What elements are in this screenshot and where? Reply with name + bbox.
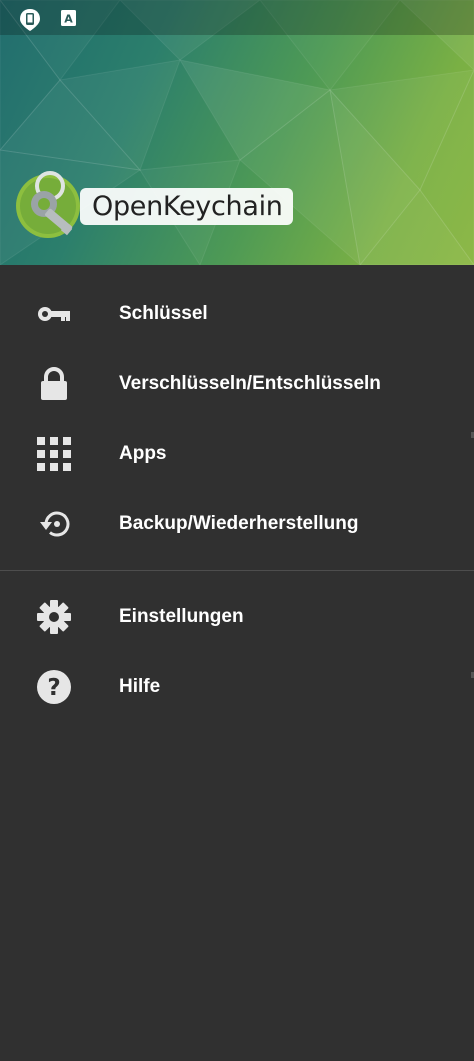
drawer-item-label: Backup/Wiederherstellung [119, 513, 359, 534]
phone-notification-icon [19, 8, 41, 37]
navigation-drawer-screen: A OpenKeychain Schlüssel Verschlüsseln/E… [0, 0, 474, 1061]
app-name: OpenKeychain [80, 188, 293, 225]
svg-text:A: A [64, 13, 73, 26]
drawer-item-hilfe[interactable]: ? Hilfe [0, 652, 474, 722]
status-bar: A [0, 0, 474, 35]
drawer-item-label: Einstellungen [119, 606, 244, 627]
key-icon [36, 296, 72, 332]
drawer-item-label: Verschlüsseln/Entschlüsseln [119, 373, 381, 394]
menu-divider [0, 570, 474, 571]
svg-text:?: ? [47, 675, 60, 701]
a-keyboard-icon: A [61, 10, 76, 31]
drawer-item-schluessel[interactable]: Schlüssel [0, 279, 474, 349]
drawer-item-verschluesseln[interactable]: Verschlüsseln/Entschlüsseln [0, 349, 474, 419]
drawer-item-label: Hilfe [119, 676, 161, 697]
drawer-menu: Schlüssel Verschlüsseln/Entschlüsseln Ap… [0, 265, 474, 722]
gear-icon [36, 599, 72, 635]
lock-icon [36, 366, 72, 402]
drawer-item-label: Apps [119, 443, 167, 464]
drawer-item-einstellungen[interactable]: Einstellungen [0, 582, 474, 652]
app-logo: OpenKeychain [14, 166, 294, 246]
restore-icon [36, 506, 72, 542]
drawer-item-backup[interactable]: Backup/Wiederherstellung [0, 489, 474, 559]
drawer-item-apps[interactable]: Apps [0, 419, 474, 489]
drawer-header: A OpenKeychain [0, 0, 474, 265]
apps-grid-icon [36, 436, 72, 472]
help-icon: ? [36, 669, 72, 705]
drawer-item-label: Schlüssel [119, 303, 208, 324]
